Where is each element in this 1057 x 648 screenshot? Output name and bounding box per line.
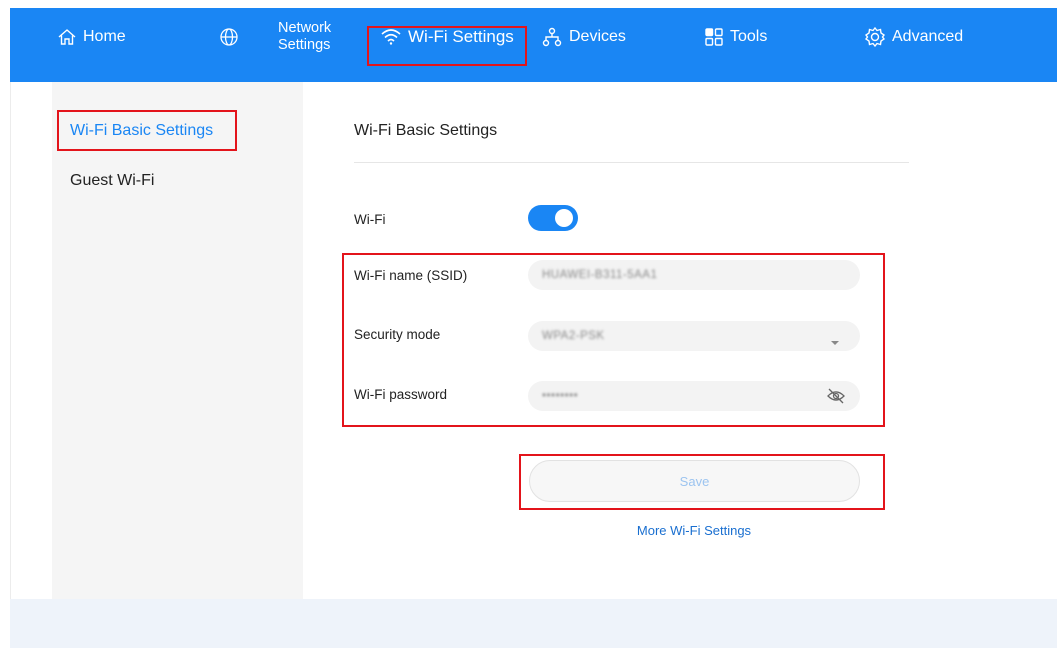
nav-wifi-settings[interactable]: Wi-Fi Settings: [380, 0, 514, 74]
nav-network-label-1: Network: [278, 20, 332, 36]
password-input[interactable]: ••••••••: [528, 381, 860, 411]
nav-tools[interactable]: Tools: [704, 0, 767, 74]
left-border-line: [10, 82, 11, 599]
nav-advanced-label: Advanced: [892, 28, 964, 45]
more-wifi-settings-link[interactable]: More Wi-Fi Settings: [528, 523, 860, 538]
nav-home[interactable]: Home: [57, 0, 126, 74]
wifi-toggle-label: Wi-Fi: [354, 212, 386, 227]
password-value: ••••••••: [542, 390, 579, 402]
ssid-label: Wi-Fi name (SSID): [354, 268, 468, 283]
toggle-knob: [555, 209, 573, 227]
nav-network-label-2: Settings: [278, 37, 331, 53]
nav-wifi-label: Wi-Fi Settings: [408, 27, 514, 46]
nav-advanced[interactable]: Advanced: [864, 0, 963, 74]
tools-grid-icon: [704, 27, 724, 47]
save-button[interactable]: Save: [529, 460, 860, 502]
title-divider: [354, 162, 909, 163]
nav-network-settings[interactable]: Network Settings: [278, 0, 348, 74]
home-icon: [57, 27, 77, 47]
chevron-down-icon: [830, 333, 840, 351]
wifi-icon: [380, 28, 402, 46]
sidebar-item-guest-wifi[interactable]: Guest Wi-Fi: [70, 172, 154, 190]
footer-band: [10, 599, 1057, 648]
wifi-toggle[interactable]: [528, 205, 578, 231]
password-label: Wi-Fi password: [354, 387, 448, 402]
devices-icon: [541, 26, 563, 48]
security-mode-label: Security mode: [354, 327, 441, 342]
globe-icon[interactable]: [219, 0, 239, 74]
page-title: Wi-Fi Basic Settings: [354, 122, 498, 139]
nav-devices[interactable]: Devices: [541, 0, 626, 74]
sidebar: [52, 82, 303, 599]
ssid-input[interactable]: HUAWEI-B311-5AA1: [528, 260, 860, 290]
security-mode-value: WPA2-PSK: [542, 330, 605, 342]
nav-home-label: Home: [83, 28, 126, 45]
nav-tools-label: Tools: [730, 28, 768, 45]
ssid-value: HUAWEI-B311-5AA1: [542, 269, 658, 281]
hide-password-icon[interactable]: [826, 388, 846, 409]
sidebar-item-wifi-basic-settings[interactable]: Wi-Fi Basic Settings: [70, 122, 213, 140]
gear-icon: [864, 26, 886, 48]
security-mode-select[interactable]: WPA2-PSK: [528, 321, 860, 351]
nav-devices-label: Devices: [569, 28, 626, 45]
